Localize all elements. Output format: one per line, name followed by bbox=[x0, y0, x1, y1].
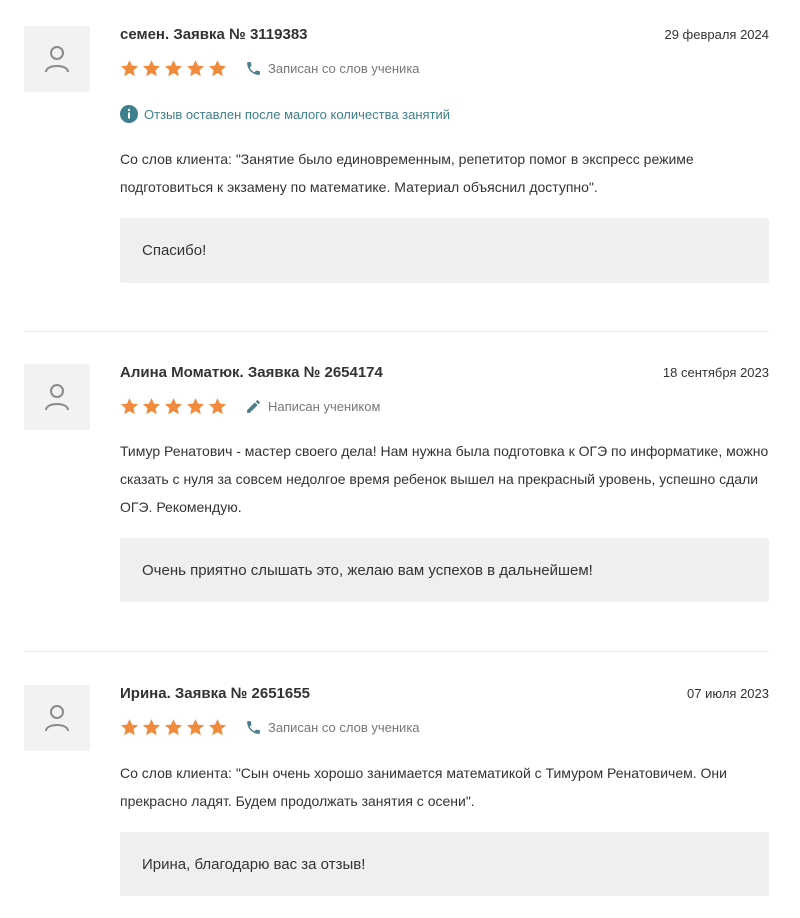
tutor-reply: Ирина, благодарю вас за отзыв! bbox=[120, 832, 769, 896]
rating-stars bbox=[120, 718, 227, 737]
notice-text: Отзыв оставлен после малого количества з… bbox=[144, 106, 451, 122]
tutor-reply: Спасибо! bbox=[120, 218, 769, 283]
review-date: 18 сентября 2023 bbox=[662, 365, 769, 380]
star-icon bbox=[186, 718, 205, 735]
avatar bbox=[24, 364, 90, 430]
short-lessons-notice: Отзыв оставлен после малого количества з… bbox=[120, 105, 769, 123]
source-label: Написан учеником bbox=[268, 398, 381, 414]
review-source: Написан учеником bbox=[245, 398, 380, 415]
star-icon bbox=[142, 59, 161, 76]
reply-text: Ирина, благодарю вас за отзыв! bbox=[142, 855, 366, 873]
star-icon bbox=[208, 718, 227, 735]
review-card: Ирина. Заявка № 2651655 07 июля 2023 Зап… bbox=[24, 685, 769, 896]
divider bbox=[24, 651, 769, 652]
star-icon bbox=[208, 59, 227, 76]
review-author: Алина Моматюк. Заявка № 2654174 bbox=[120, 364, 383, 381]
star-icon bbox=[186, 397, 205, 414]
reply-text: Спасибо! bbox=[142, 242, 207, 259]
star-icon bbox=[142, 397, 161, 414]
user-icon bbox=[45, 705, 69, 732]
star-icon bbox=[186, 59, 205, 76]
star-icon bbox=[120, 718, 139, 735]
review-date: 07 июля 2023 bbox=[687, 686, 769, 701]
review-source: Записан со слов ученика bbox=[245, 60, 420, 77]
rating-stars bbox=[120, 397, 227, 416]
review-source: Записан со слов ученика bbox=[245, 719, 420, 736]
pencil-icon bbox=[247, 399, 260, 413]
rating-stars bbox=[120, 59, 227, 78]
user-icon bbox=[45, 46, 69, 73]
divider bbox=[24, 331, 769, 332]
review-author: семен. Заявка № 3119383 bbox=[120, 26, 308, 43]
tutor-reply: Очень приятно слышать это, желаю вам усп… bbox=[120, 538, 769, 602]
reviews-list: семен. Заявка № 3119383 29 февраля 2024 … bbox=[0, 26, 800, 896]
info-icon bbox=[120, 105, 138, 123]
star-icon bbox=[120, 59, 139, 76]
review-text: Со слов клиента: "Сын очень хорошо заним… bbox=[120, 765, 727, 809]
avatar bbox=[24, 26, 90, 92]
star-icon bbox=[164, 59, 183, 76]
user-icon bbox=[45, 384, 69, 411]
star-icon bbox=[208, 397, 227, 414]
review-date: 29 февраля 2024 bbox=[664, 27, 769, 42]
source-label: Записан со слов ученика bbox=[268, 719, 420, 735]
review-text: Тимур Ренатович - мастер своего дела! На… bbox=[120, 443, 769, 515]
review-text: Со слов клиента: "Занятие было единоврем… bbox=[120, 151, 694, 195]
avatar bbox=[24, 685, 90, 751]
star-icon bbox=[164, 397, 183, 414]
review-author: Ирина. Заявка № 2651655 bbox=[120, 685, 310, 702]
review-card: Алина Моматюк. Заявка № 2654174 18 сентя… bbox=[24, 364, 769, 602]
star-icon bbox=[120, 397, 139, 414]
phone-icon bbox=[247, 61, 260, 75]
star-icon bbox=[142, 718, 161, 735]
review-card: семен. Заявка № 3119383 29 февраля 2024 … bbox=[24, 26, 769, 283]
source-label: Записан со слов ученика bbox=[268, 60, 420, 76]
reply-text: Очень приятно слышать это, желаю вам усп… bbox=[142, 561, 593, 579]
star-icon bbox=[164, 718, 183, 735]
phone-icon bbox=[247, 720, 260, 734]
